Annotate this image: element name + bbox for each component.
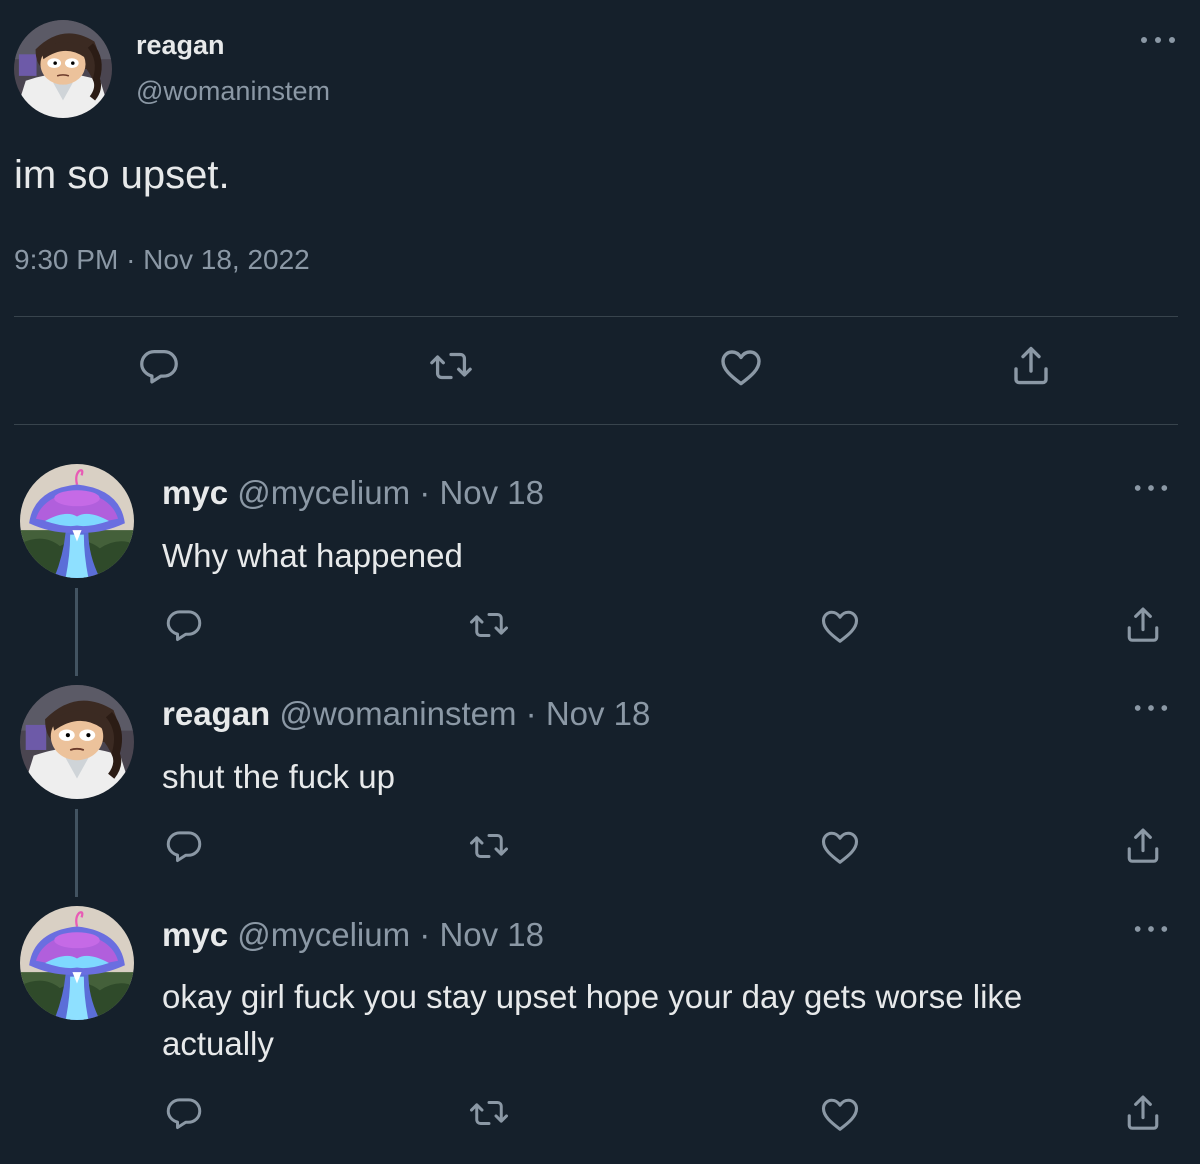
mushroom-avatar-icon	[20, 906, 134, 1020]
reply-avatar[interactable]	[20, 685, 134, 799]
reply-icon[interactable]	[136, 343, 182, 389]
reply-icon[interactable]	[163, 825, 205, 867]
reply-author-handle[interactable]: @mycelium	[237, 916, 410, 953]
tweet-date: Nov 18, 2022	[143, 244, 310, 275]
mushroom-avatar-icon	[20, 464, 134, 578]
thread-line	[75, 588, 78, 676]
reply-icon[interactable]	[163, 604, 205, 646]
like-icon[interactable]	[818, 604, 862, 648]
reply-text: Why what happened	[162, 537, 463, 574]
cartoon-woman-avatar-icon	[14, 20, 112, 118]
reply-author-name[interactable]: myc	[162, 474, 228, 511]
retweet-icon[interactable]	[426, 343, 476, 389]
share-icon[interactable]	[1121, 1091, 1165, 1135]
reply-avatar[interactable]	[20, 906, 134, 1020]
like-icon[interactable]	[717, 343, 765, 391]
author-name[interactable]: reagan	[136, 30, 225, 61]
meta-separator: ·	[525, 695, 537, 732]
reply-author-handle[interactable]: @mycelium	[237, 474, 410, 511]
reply-text: okay girl fuck you stay upset hope your …	[162, 978, 1023, 1062]
share-icon[interactable]	[1007, 342, 1055, 390]
author-avatar[interactable]	[14, 20, 112, 118]
retweet-icon[interactable]	[466, 604, 512, 646]
reply-date[interactable]: Nov 18	[439, 474, 544, 511]
reply-author-name[interactable]: reagan	[162, 695, 270, 732]
reply-icon[interactable]	[163, 1092, 205, 1134]
retweet-icon[interactable]	[466, 1092, 512, 1134]
thread-line	[75, 809, 78, 897]
reply-avatar[interactable]	[20, 464, 134, 578]
retweet-icon[interactable]	[466, 825, 512, 867]
author-handle[interactable]: @womaninstem	[136, 76, 330, 107]
tweet-text: im so upset.	[14, 153, 230, 197]
divider	[14, 316, 1178, 317]
more-options-icon[interactable]	[1132, 919, 1170, 939]
share-icon[interactable]	[1121, 824, 1165, 868]
more-options-icon[interactable]	[1132, 478, 1170, 498]
reply-date[interactable]: Nov 18	[439, 916, 544, 953]
tweet-time: 9:30 PM	[14, 244, 119, 275]
reply-author-name[interactable]: myc	[162, 916, 228, 953]
cartoon-woman-avatar-icon	[20, 685, 134, 799]
meta-separator: ·	[126, 244, 136, 275]
like-icon[interactable]	[818, 825, 862, 869]
divider	[14, 424, 1178, 425]
meta-separator: ·	[419, 916, 431, 953]
reply-header: myc @mycelium · Nov 18	[162, 916, 544, 954]
more-options-icon[interactable]	[1132, 698, 1170, 718]
meta-separator: ·	[419, 474, 431, 511]
more-options-icon[interactable]	[1138, 28, 1178, 52]
reply-date[interactable]: Nov 18	[546, 695, 651, 732]
share-icon[interactable]	[1121, 603, 1165, 647]
like-icon[interactable]	[818, 1092, 862, 1136]
reply-header: myc @mycelium · Nov 18	[162, 474, 544, 512]
reply-text: shut the fuck up	[162, 758, 395, 795]
reply-author-handle[interactable]: @womaninstem	[279, 695, 516, 732]
tweet-timestamp[interactable]: 9:30 PM · Nov 18, 2022	[14, 244, 310, 276]
reply-header: reagan @womaninstem · Nov 18	[162, 695, 650, 733]
